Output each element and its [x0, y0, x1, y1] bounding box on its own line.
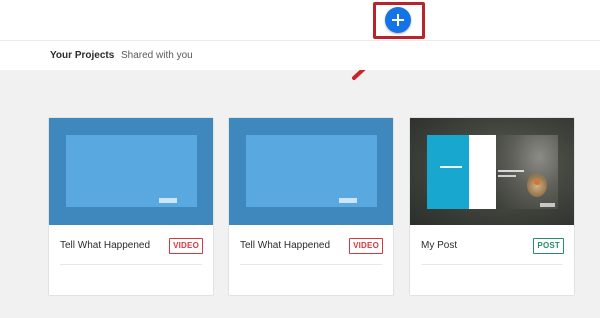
project-thumbnail[interactable] [410, 118, 574, 225]
plus-icon [392, 14, 404, 26]
thumbnail-text-panel [427, 135, 496, 209]
card-divider [421, 264, 563, 265]
project-thumbnail[interactable] [229, 118, 393, 225]
project-card[interactable]: Tell What Happened VIDEO [48, 117, 214, 296]
project-card[interactable]: My Post POST [409, 117, 575, 296]
project-type-badge: POST [533, 238, 564, 254]
thumbnail-photo [496, 135, 558, 209]
project-type-badge: VIDEO [349, 238, 383, 254]
project-thumbnail[interactable] [49, 118, 213, 225]
tab-shared-with-you[interactable]: Shared with you [121, 50, 193, 62]
thumbnail-slide [66, 135, 197, 207]
watermark-logo [339, 198, 357, 203]
tab-your-projects[interactable]: Your Projects [50, 50, 114, 62]
project-title: My Post [421, 240, 458, 251]
watermark-logo [159, 198, 177, 203]
card-divider [60, 264, 202, 265]
project-title: Tell What Happened [60, 240, 151, 251]
project-card[interactable]: Tell What Happened VIDEO [228, 117, 394, 296]
fishbowl-image [527, 173, 547, 197]
project-type-badge: VIDEO [169, 238, 203, 254]
card-divider [240, 264, 382, 265]
goldfish-image [534, 180, 540, 185]
thumbnail-slide [246, 135, 377, 207]
top-bar [0, 0, 600, 40]
create-project-button[interactable] [385, 7, 411, 33]
project-tabs: Your Projects Shared with you [0, 40, 600, 70]
project-title: Tell What Happened [240, 240, 331, 251]
watermark-logo [540, 203, 555, 207]
